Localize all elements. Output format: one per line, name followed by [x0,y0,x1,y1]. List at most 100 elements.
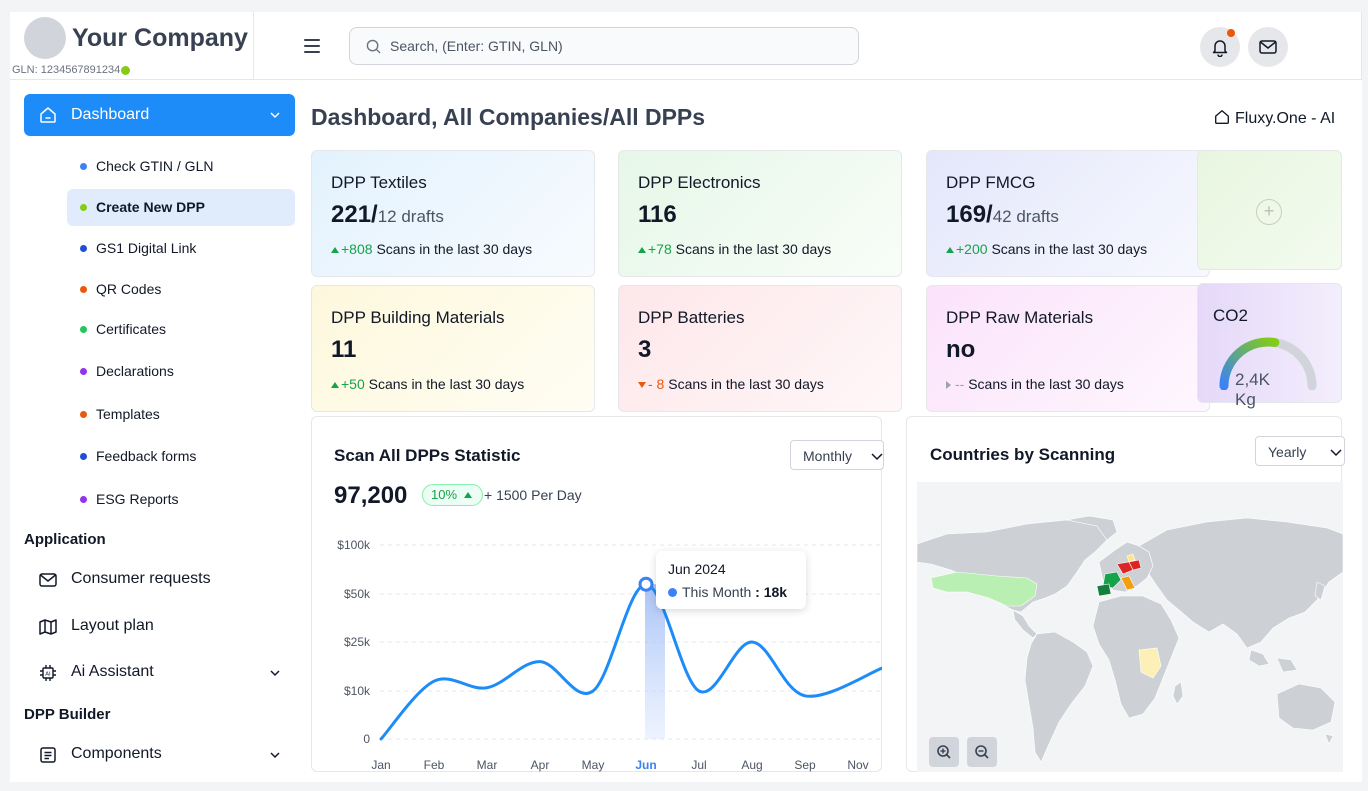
top-bar [254,12,1362,80]
section-application: Application [24,531,106,548]
sidebar-subitem-certificates[interactable]: Certificates [67,311,295,348]
bullet-icon [80,411,87,418]
zoom-in-button[interactable] [929,737,959,767]
x-tick-label: Mar [477,758,498,772]
bell-icon [1212,40,1228,57]
search-icon [366,39,381,54]
country-spain [1096,583,1112,597]
trend-up-icon [463,492,472,498]
chevron-down-icon [1330,449,1342,457]
series-dot-icon [668,588,677,597]
y-tick-label: $50k [344,587,371,601]
x-tick-label: May [582,758,605,772]
sidebar-subitem-check-gtin[interactable]: Check GTIN / GLN [67,148,295,185]
scan-statistic-panel: Scan All DPPs Statistic 97,200 10% + 150… [311,416,884,772]
home-icon [40,107,56,123]
x-tick-label: Jan [371,758,390,772]
card-value: 221/12 drafts [331,201,444,228]
bullet-icon [80,496,87,503]
sidebar-subitem-declarations[interactable]: Declarations [67,353,295,390]
fluxy-ai-link[interactable]: Fluxy.One - AI [1213,108,1335,128]
countries-map-panel: Countries by Scanning Yearly [906,416,1345,772]
trend-flat-icon [946,381,951,389]
world-map-graphic [917,515,1343,763]
mail-icon [1259,40,1277,54]
sidebar-item-consumer-requests[interactable]: Consumer requests [24,559,295,599]
data-point-highlight[interactable] [638,576,654,592]
gln-text: GLN: 1234567891234 [12,64,121,76]
card-title: DPP Electronics [638,173,761,192]
sidebar-subitem-gs1-link[interactable]: GS1 Digital Link [67,230,295,267]
world-map[interactable] [917,482,1343,772]
card-dpp-electronics[interactable]: DPP Electronics 116 +78 Scans in the las… [618,150,902,277]
card-scans: +78 Scans in the last 30 days [638,241,831,257]
card-title: DPP Raw Materials [946,308,1094,327]
bullet-icon [80,326,87,333]
chevron-down-icon[interactable] [269,667,281,679]
card-dpp-raw-materials[interactable]: DPP Raw Materials no -- Scans in the las… [926,285,1210,412]
menu-icon[interactable] [304,39,320,53]
notification-dot [1227,29,1235,37]
company-logo[interactable] [24,17,66,59]
card-title: DPP Textiles [331,173,427,192]
sidebar-subitem-templates[interactable]: Templates [67,396,295,433]
trend-up-icon [331,247,339,253]
map-period-select[interactable]: Yearly [1255,436,1345,466]
bullet-icon [80,163,87,170]
bullet-icon [80,453,87,460]
zoom-out-icon [975,745,989,759]
sidebar-subitem-qr-codes[interactable]: QR Codes [67,271,295,308]
chip-icon: AI [40,665,56,681]
gln-label: GLN: 1234567891234 [12,64,131,76]
panel-title: Countries by Scanning [930,445,1116,464]
search-box[interactable] [349,27,859,65]
sidebar-item-layout-plan[interactable]: Layout plan [24,606,295,646]
chevron-down-icon [871,453,883,461]
trend-up-icon [331,382,339,388]
period-select[interactable]: Monthly [790,440,884,470]
x-tick-label: Jul [691,758,706,772]
messages-button[interactable] [1248,27,1288,67]
trend-down-icon [638,382,646,388]
search-input[interactable] [390,36,840,56]
sidebar-subitem-create-dpp[interactable]: Create New DPP [67,189,295,226]
card-dpp-building-materials[interactable]: DPP Building Materials 11 +50 Scans in t… [311,285,595,412]
add-dpp-card[interactable]: + [1197,150,1342,270]
card-dpp-textiles[interactable]: DPP Textiles 221/12 drafts +808 Scans in… [311,150,595,277]
co2-card[interactable]: CO2 2,4K Kg [1197,283,1342,409]
svg-text:AI: AI [45,672,51,678]
y-tick-label: $100k [337,538,371,552]
chevron-down-icon[interactable] [269,749,281,761]
card-value: 169/42 drafts [946,201,1059,228]
notifications-button[interactable] [1200,27,1240,67]
bullet-icon [80,286,87,293]
sidebar-item-label: Dashboard [71,106,150,123]
series-line-this-month[interactable] [379,582,882,741]
sidebar-item-ai-assistant[interactable]: AI Ai Assistant [24,652,295,692]
zoom-in-icon [937,745,951,759]
x-tick-label: Aug [741,758,762,772]
sidebar-subitem-feedback-forms[interactable]: Feedback forms [67,438,295,475]
sidebar: Dashboard Check GTIN / GLN Create New DP… [10,80,295,782]
card-scans: -- Scans in the last 30 days [946,376,1124,392]
card-scans: +50 Scans in the last 30 days [331,376,524,392]
section-dpp-builder: DPP Builder [24,706,111,723]
card-value: 116 [638,201,677,228]
plus-icon[interactable]: + [1256,199,1282,225]
sidebar-item-components[interactable]: Components [24,734,295,774]
scan-total: 97,200 [334,482,408,509]
card-title: DPP Batteries [638,308,745,327]
card-scans: +200 Scans in the last 30 days [946,241,1147,257]
card-title: DPP Building Materials [331,308,505,327]
trend-up-icon [946,247,954,253]
panel-title: Scan All DPPs Statistic [334,446,521,465]
card-dpp-batteries[interactable]: DPP Batteries 3 - 8 Scans in the last 30… [618,285,902,412]
sidebar-item-dashboard[interactable]: Dashboard [24,94,295,136]
zoom-out-button[interactable] [967,737,997,767]
card-dpp-fmcg[interactable]: DPP FMCG 169/42 drafts +200 Scans in the… [926,150,1210,277]
chevron-down-icon[interactable] [269,109,281,121]
card-value: 3 [638,336,652,363]
sidebar-subitem-esg-reports[interactable]: ESG Reports [67,481,295,518]
company-name: Your Company [72,24,248,52]
mail-icon [39,573,57,587]
